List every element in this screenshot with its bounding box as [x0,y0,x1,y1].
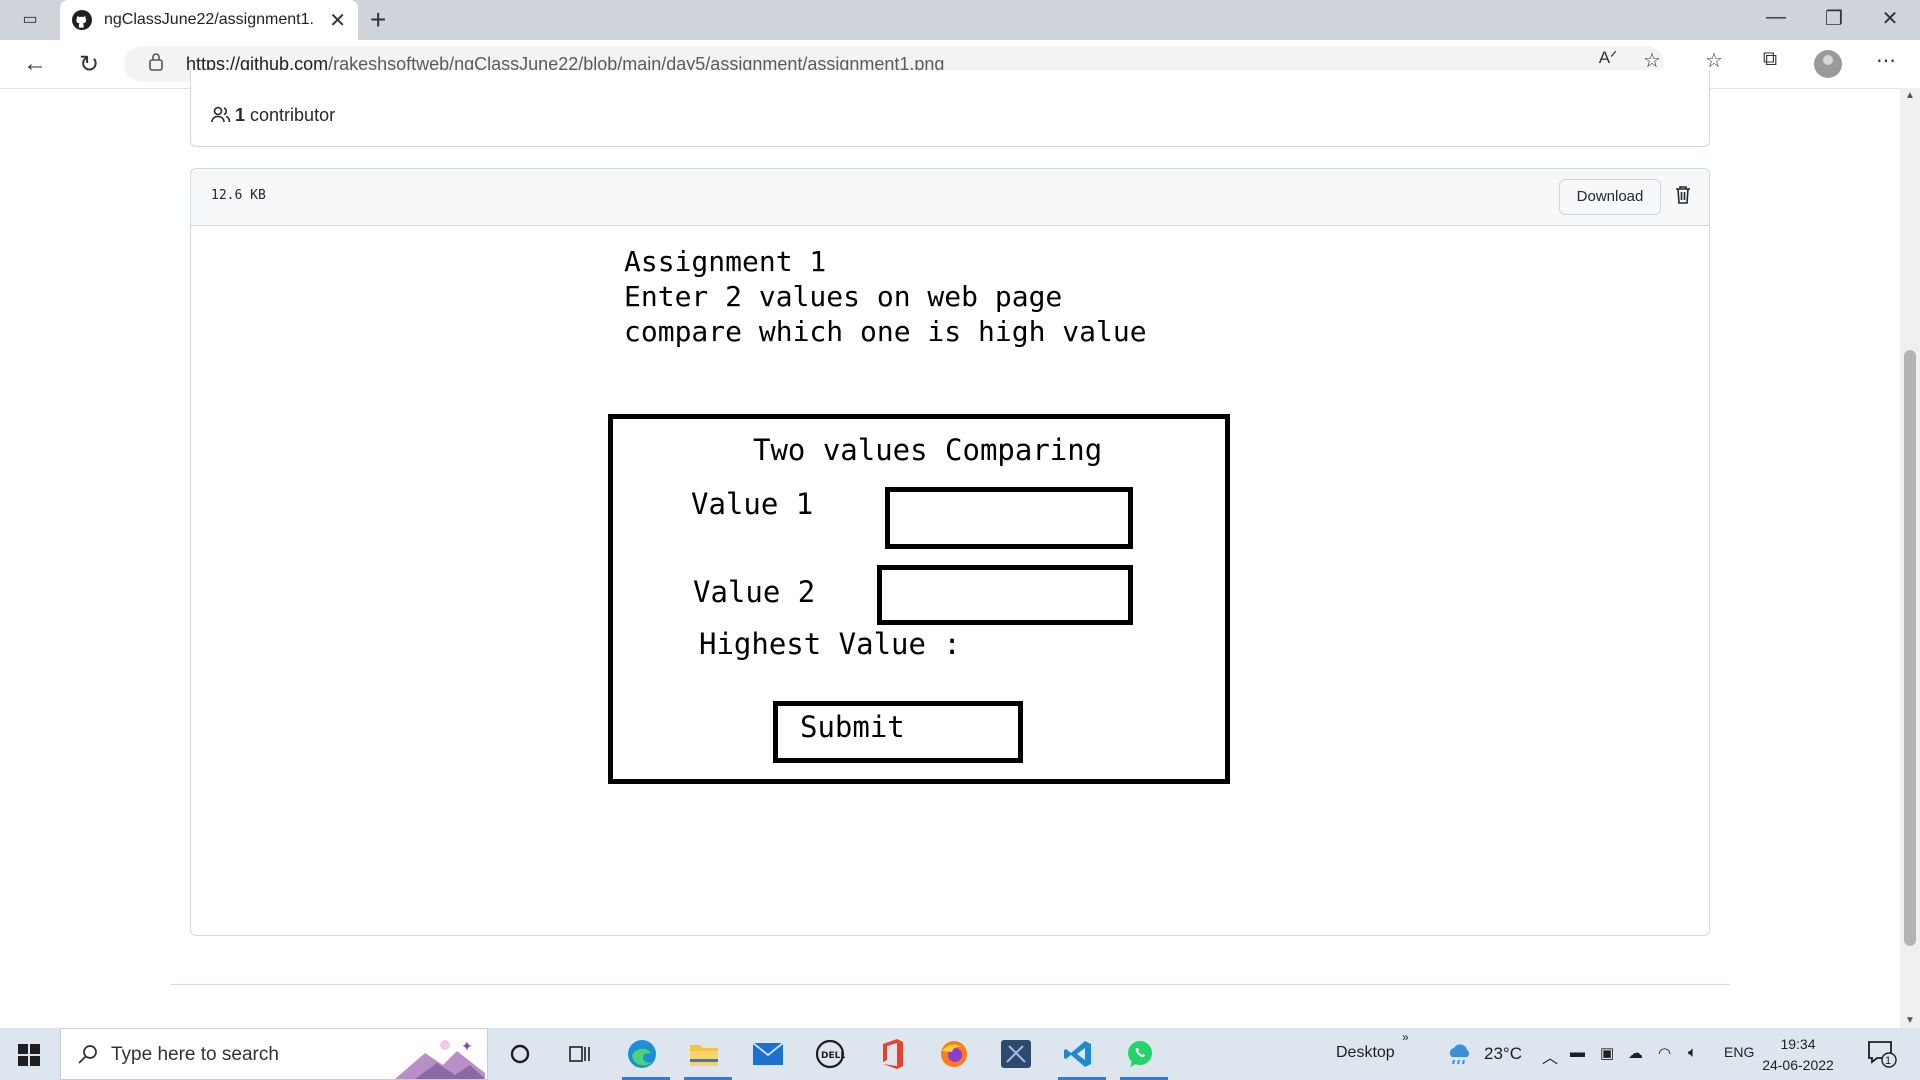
mockup-form-title: Two values Comparing [753,433,1103,467]
new-tab-button[interactable]: + [370,4,386,36]
browser-tab-bar: ▭ ngClassJune22/assignment1.png ✕ + — ❐ … [0,0,1920,40]
mockup-submit-label: Submit [800,710,905,744]
intro-line-2: Enter 2 values on web page [624,280,1063,313]
download-button[interactable]: Download [1559,179,1661,215]
page-scrollbar[interactable]: ▲ ▼ [1900,88,1920,1028]
back-arrow-icon[interactable]: ← [20,50,50,78]
dell-icon[interactable]: DELL [810,1036,850,1072]
collections-icon[interactable]: ⧉ [1754,48,1786,71]
file-explorer-icon[interactable] [684,1036,732,1080]
weather-icon[interactable] [1440,1036,1480,1072]
notifications-icon[interactable]: 1 [1862,1036,1902,1072]
mockup-value1-label: Value 1 [691,487,814,521]
office-icon[interactable] [872,1036,912,1072]
contributor-count: 1 [235,105,246,125]
whatsapp-icon[interactable] [1120,1036,1168,1080]
snipping-tool-icon[interactable] [996,1036,1036,1072]
restore-icon[interactable]: ❐ [1814,6,1854,31]
search-icon [78,1045,97,1064]
svg-text:DELL: DELL [821,1051,845,1061]
contributor-label: contributor [250,105,336,125]
contributors-box: 1 contributor [190,70,1710,147]
taskbar-search[interactable]: Type here to search ✦ [60,1028,488,1080]
firefox-icon[interactable] [934,1036,974,1072]
more-options-icon[interactable]: ⋯ [1870,48,1902,73]
close-window-icon[interactable]: ✕ [1870,6,1910,31]
close-tab-icon[interactable]: ✕ [329,8,346,33]
intro-line-3: compare which one is high value [624,315,1147,348]
language-indicator[interactable]: ENG [1724,1044,1754,1060]
file-size: 12.6 KB [211,188,266,203]
mockup-highest-label: Highest Value : [699,627,961,661]
intro-text: Assignment 1 Enter 2 values on web page co… [624,244,1147,349]
mockup-value2-label: Value 2 [693,575,816,609]
lock-icon [149,53,163,71]
mockup-form-frame: Two values Comparing Value 1 Value 2 Hig… [608,414,1230,784]
mockup-value1-box [885,487,1133,549]
edge-browser-icon[interactable] [622,1036,670,1080]
battery-icon[interactable]: ▬ [1570,1044,1585,1061]
clock[interactable]: 19:34 24-06-2022 [1762,1034,1834,1076]
read-aloud-icon[interactable]: Aᐟ [1592,48,1624,68]
scroll-down-icon[interactable]: ▼ [1905,1015,1915,1026]
wifi-icon[interactable]: ◠ [1658,1044,1671,1062]
assignment-image: Assignment 1 Enter 2 values on web page co… [590,238,1330,808]
tab-title: ngClassJune22/assignment1.png [104,11,314,28]
footer-divider [170,984,1730,985]
clock-date: 24-06-2022 [1762,1057,1834,1073]
scrollbar-thumb[interactable] [1904,350,1916,946]
windows-start-icon[interactable] [18,1044,40,1066]
file-header: 12.6 KB Download [191,169,1709,226]
show-hidden-icons-icon[interactable]: ︿ [1542,1044,1558,1068]
refresh-icon[interactable]: ↻ [74,50,104,79]
desktop-toolbar-label[interactable]: Desktop [1336,1044,1395,1062]
github-icon [72,10,92,30]
task-view-icon[interactable] [560,1036,600,1072]
intro-line-1: Assignment 1 [624,245,827,278]
notification-count: 1 [1885,1055,1892,1067]
mail-icon[interactable] [748,1036,788,1072]
meet-now-icon[interactable]: ▣ [1600,1044,1614,1062]
contributors-link[interactable]: 1 contributor [235,105,335,126]
mockup-submit-box: Submit [773,701,1023,763]
onedrive-icon[interactable]: ☁ [1628,1044,1643,1062]
people-icon [211,106,231,123]
vscode-icon[interactable] [1058,1036,1106,1080]
temperature-label: 23°C [1484,1044,1522,1063]
windows-taskbar: Type here to search ✦ DELL Desktop » 23°… [0,1028,1920,1080]
minimize-icon[interactable]: — [1756,6,1796,29]
search-highlight-art-icon: ✦ [395,1039,485,1079]
cortana-icon[interactable] [500,1036,540,1072]
browser-tab-active[interactable]: ngClassJune22/assignment1.png ✕ [60,0,358,40]
trash-icon[interactable] [1675,185,1691,205]
mockup-value2-box [877,565,1133,625]
clock-time: 19:34 [1780,1036,1816,1052]
svg-text:✦: ✦ [461,1039,473,1055]
tab-actions-icon[interactable]: ▭ [20,10,40,30]
volume-icon[interactable]: 🔈︎ [1688,1044,1697,1061]
toolbar-expand-icon[interactable]: » [1402,1030,1409,1044]
profile-avatar[interactable] [1814,50,1842,78]
scroll-up-icon[interactable]: ▲ [1905,90,1915,101]
search-placeholder: Type here to search [111,1044,279,1065]
